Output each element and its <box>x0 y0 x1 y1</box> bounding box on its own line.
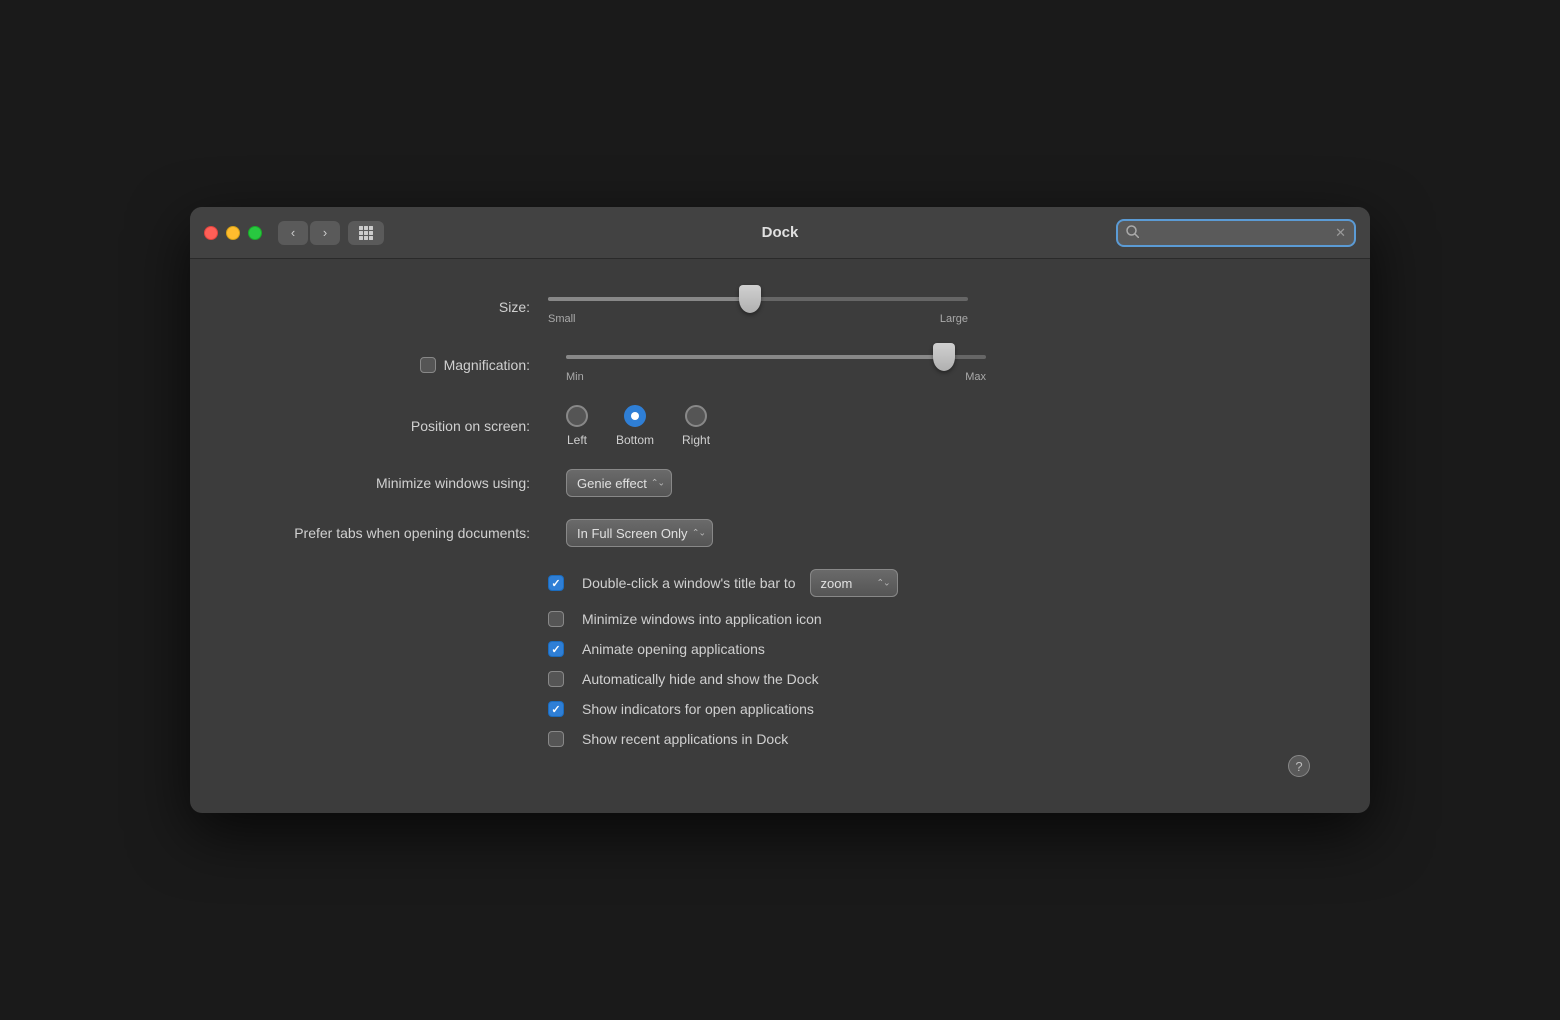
position-right-label: Right <box>682 433 710 447</box>
help-button[interactable]: ? <box>1288 755 1310 777</box>
magnification-setting-row: Magnification: Min Max <box>250 347 1310 383</box>
size-label: Size: <box>250 299 530 315</box>
minimize-button[interactable] <box>226 226 240 240</box>
recent-row: Show recent applications in Dock <box>548 731 1310 747</box>
position-label: Position on screen: <box>250 418 530 434</box>
search-icon <box>1126 225 1139 241</box>
double-click-text: Double-click a window's title bar to <box>582 575 796 591</box>
position-right-radio[interactable] <box>685 405 707 427</box>
position-left-option[interactable]: Left <box>566 405 588 447</box>
indicators-text: Show indicators for open applications <box>582 701 814 717</box>
recent-checkbox[interactable] <box>548 731 564 747</box>
animate-text: Animate opening applications <box>582 641 765 657</box>
magnification-max-label: Max <box>965 371 986 383</box>
size-slider-track[interactable] <box>548 289 968 309</box>
indicators-row: Show indicators for open applications <box>548 701 1310 717</box>
search-box[interactable]: ✕ <box>1116 219 1356 247</box>
search-clear-button[interactable]: ✕ <box>1335 225 1346 241</box>
magnification-slider-thumb[interactable] <box>933 343 955 371</box>
recent-text: Show recent applications in Dock <box>582 731 788 747</box>
animate-row: Animate opening applications <box>548 641 1310 657</box>
magnification-label-group: Magnification: <box>250 357 530 373</box>
minimize-select[interactable]: Genie effect Scale effect <box>566 469 672 497</box>
size-min-label: Small <box>548 313 576 325</box>
grid-button[interactable] <box>348 221 384 245</box>
traffic-lights <box>204 226 262 240</box>
magnification-slider-bg <box>566 355 986 359</box>
minimize-setting-row: Minimize windows using: Genie effect Sca… <box>250 469 1310 497</box>
position-right-option[interactable]: Right <box>682 405 710 447</box>
search-input[interactable] <box>1145 225 1335 240</box>
zoom-select-wrapper[interactable]: zoom minimize <box>810 569 898 597</box>
magnification-checkbox[interactable] <box>420 357 436 373</box>
size-setting-row: Size: Small Large <box>250 289 1310 325</box>
size-slider-bg <box>548 297 968 301</box>
size-slider-fill <box>548 297 750 301</box>
tabs-select-wrapper[interactable]: In Full Screen Only Always Never Manuall… <box>566 519 713 547</box>
position-setting-row: Position on screen: Left Bottom Right <box>250 405 1310 447</box>
zoom-select[interactable]: zoom minimize <box>810 569 898 597</box>
minimize-icon-text: Minimize windows into application icon <box>582 611 822 627</box>
magnification-slider-fill <box>566 355 944 359</box>
indicators-checkbox[interactable] <box>548 701 564 717</box>
magnification-label: Magnification: <box>444 357 530 373</box>
position-radio-group: Left Bottom Right <box>566 405 710 447</box>
size-slider-thumb[interactable] <box>739 285 761 313</box>
checkboxes-section: Double-click a window's title bar to zoo… <box>548 569 1310 747</box>
magnification-min-label: Min <box>566 371 584 383</box>
titlebar: ‹ › Dock <box>190 207 1370 259</box>
preferences-window: ‹ › Dock <box>190 207 1370 813</box>
magnification-slider-track[interactable] <box>566 347 986 367</box>
size-max-label: Large <box>940 313 968 325</box>
back-button[interactable]: ‹ <box>278 221 308 245</box>
forward-button[interactable]: › <box>310 221 340 245</box>
position-bottom-label: Bottom <box>616 433 654 447</box>
autohide-text: Automatically hide and show the Dock <box>582 671 819 687</box>
maximize-button[interactable] <box>248 226 262 240</box>
position-left-radio[interactable] <box>566 405 588 427</box>
animate-checkbox[interactable] <box>548 641 564 657</box>
nav-buttons: ‹ › <box>278 221 340 245</box>
autohide-checkbox[interactable] <box>548 671 564 687</box>
minimize-select-wrapper[interactable]: Genie effect Scale effect <box>566 469 672 497</box>
position-left-label: Left <box>567 433 587 447</box>
position-bottom-option[interactable]: Bottom <box>616 405 654 447</box>
position-bottom-radio[interactable] <box>624 405 646 427</box>
tabs-label: Prefer tabs when opening documents: <box>250 525 530 541</box>
close-button[interactable] <box>204 226 218 240</box>
magnification-slider-container: Min Max <box>566 347 986 383</box>
autohide-row: Automatically hide and show the Dock <box>548 671 1310 687</box>
bottom-row: ? <box>250 747 1310 783</box>
double-click-checkbox[interactable] <box>548 575 564 591</box>
content-area: Size: Small Large Magnification: <box>190 259 1370 813</box>
size-slider-labels: Small Large <box>548 313 968 325</box>
magnification-slider-labels: Min Max <box>566 371 986 383</box>
minimize-label: Minimize windows using: <box>250 475 530 491</box>
tabs-select[interactable]: In Full Screen Only Always Never Manuall… <box>566 519 713 547</box>
minimize-icon-row: Minimize windows into application icon <box>548 611 1310 627</box>
tabs-setting-row: Prefer tabs when opening documents: In F… <box>250 519 1310 547</box>
size-slider-container: Small Large <box>548 289 968 325</box>
minimize-icon-checkbox[interactable] <box>548 611 564 627</box>
window-title: Dock <box>762 224 799 241</box>
double-click-row: Double-click a window's title bar to zoo… <box>548 569 1310 597</box>
